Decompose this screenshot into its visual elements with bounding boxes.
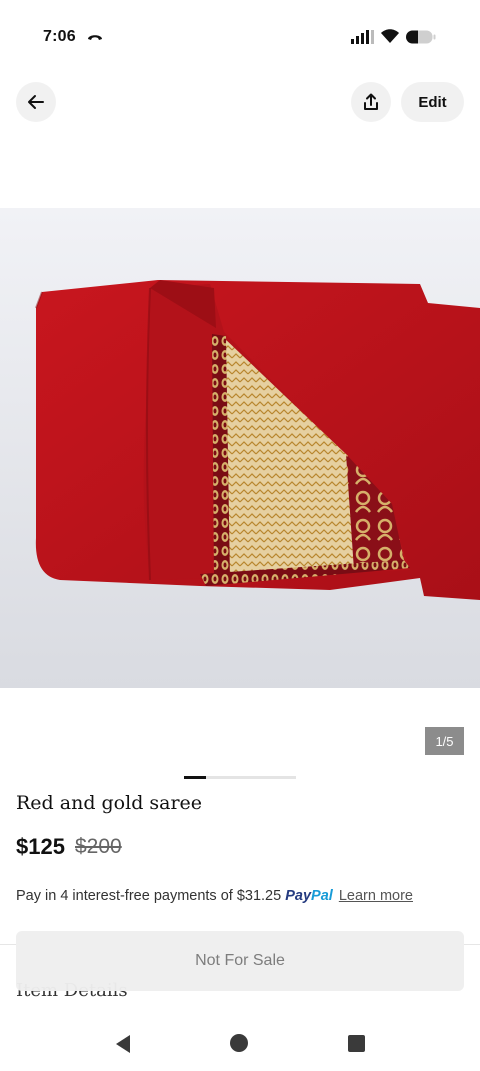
learn-more-link[interactable]: Learn more: [339, 888, 413, 904]
edit-button[interactable]: Edit: [401, 82, 464, 122]
wifi-icon: [381, 29, 399, 43]
installment-text: Pay in 4 interest-free payments of $31.2…: [16, 888, 282, 904]
original-price: $200: [75, 835, 122, 858]
pager-active-indicator: [184, 776, 206, 779]
back-button[interactable]: [16, 82, 56, 122]
paypal-logo-pay: Pay: [285, 888, 312, 904]
paypal-logo-pal: Pal: [311, 888, 333, 904]
status-time: 7:06: [43, 28, 76, 45]
cell-signal-icon: [351, 30, 374, 44]
share-button[interactable]: [351, 82, 391, 122]
status-bar: 7:06: [0, 0, 480, 76]
not-for-sale-button[interactable]: Not For Sale: [16, 931, 464, 991]
paypal-logo: PayPal: [285, 888, 333, 904]
circle-home-icon[interactable]: [230, 1034, 248, 1052]
square-recent-icon[interactable]: [348, 1035, 365, 1052]
image-counter: 1/5: [425, 727, 464, 755]
call-ongoing-icon: [88, 35, 102, 40]
current-price: $125: [16, 834, 65, 859]
product-title: Red and gold saree: [16, 792, 203, 814]
product-image[interactable]: [0, 208, 480, 688]
paypal-installments: Pay in 4 interest-free payments of $31.2…: [16, 888, 413, 904]
saree-illustration: [0, 208, 480, 688]
image-pager: [184, 776, 296, 779]
share-upload-icon: [364, 93, 378, 110]
system-nav-bar: [0, 1012, 480, 1071]
arrow-left-icon: [28, 95, 44, 109]
battery-icon: [406, 30, 436, 44]
triangle-back-icon[interactable]: [114, 1034, 132, 1054]
